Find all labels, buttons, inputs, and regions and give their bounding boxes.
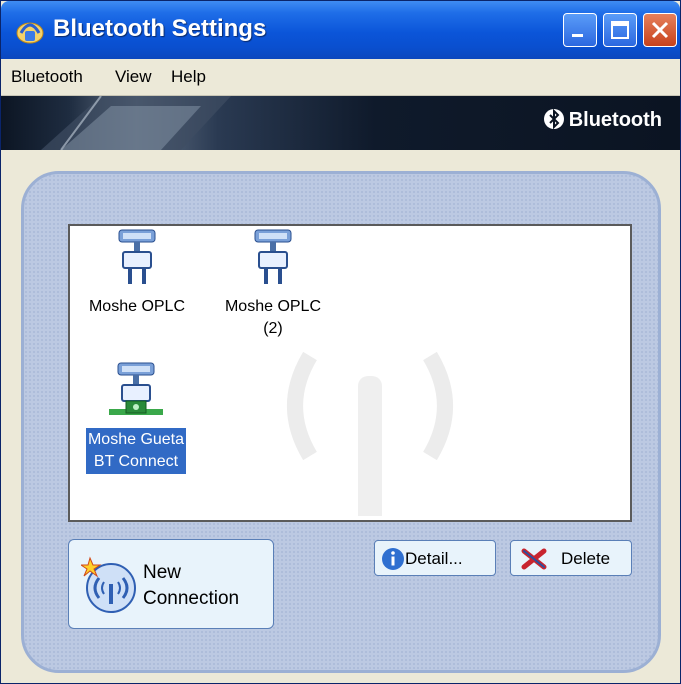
device-item[interactable]: Moshe OPLC	[78, 228, 196, 319]
delete-button[interactable]: Delete	[510, 540, 632, 576]
new-connection-button[interactable]: New Connection	[68, 539, 274, 629]
bluetooth-brand: Bluetooth	[543, 108, 662, 132]
device-item[interactable]: Moshe OPLC (2)	[208, 228, 338, 341]
serial-port-icon	[254, 229, 292, 284]
minimize-button[interactable]	[563, 13, 597, 47]
device-list[interactable]: Moshe OPLC Moshe OPLC (2) Moshe Gueta BT…	[68, 224, 632, 522]
content-area: Moshe OPLC Moshe OPLC (2) Moshe Gueta BT…	[1, 151, 680, 683]
close-button[interactable]	[643, 13, 677, 47]
bluetooth-logo-icon	[543, 108, 564, 130]
serial-port-icon	[118, 229, 156, 284]
connected-serial-port-icon	[109, 362, 163, 415]
bluetooth-settings-app-icon	[16, 22, 44, 44]
title-bar[interactable]: Bluetooth Settings	[1, 1, 680, 59]
maximize-icon	[611, 21, 629, 39]
menu-help[interactable]: Help	[171, 67, 206, 87]
new-connection-icon	[81, 556, 136, 613]
delete-x-icon	[521, 548, 547, 570]
bluetooth-banner: Bluetooth	[1, 96, 680, 150]
info-icon	[382, 548, 404, 570]
menu-view[interactable]: View	[115, 67, 152, 87]
device-label: Moshe OPLC	[88, 298, 186, 315]
detail-button[interactable]: Detail...	[374, 540, 496, 576]
detail-label: Detail...	[405, 549, 463, 568]
device-item-selected[interactable]: Moshe Gueta BT Connect	[74, 361, 198, 474]
bluetooth-settings-window: Bluetooth Settings Bluetooth View Help B…	[0, 0, 681, 684]
laptop-graphic	[41, 96, 231, 150]
close-icon	[651, 21, 669, 39]
minimize-icon	[572, 34, 583, 37]
menu-bar: Bluetooth View Help	[1, 59, 680, 96]
bluetooth-brand-text: Bluetooth	[568, 109, 662, 131]
new-connection-label: New Connection	[143, 562, 240, 609]
menu-bluetooth[interactable]: Bluetooth	[11, 67, 83, 87]
devices-panel: Moshe OPLC Moshe OPLC (2) Moshe Gueta BT…	[21, 171, 661, 673]
device-label: Moshe Gueta BT Connect	[85, 428, 187, 474]
maximize-button[interactable]	[603, 13, 637, 47]
device-label: Moshe OPLC (2)	[224, 298, 322, 337]
bluetooth-watermark-icon	[287, 351, 453, 516]
delete-label: Delete	[561, 549, 611, 568]
window-title: Bluetooth Settings	[53, 15, 267, 42]
